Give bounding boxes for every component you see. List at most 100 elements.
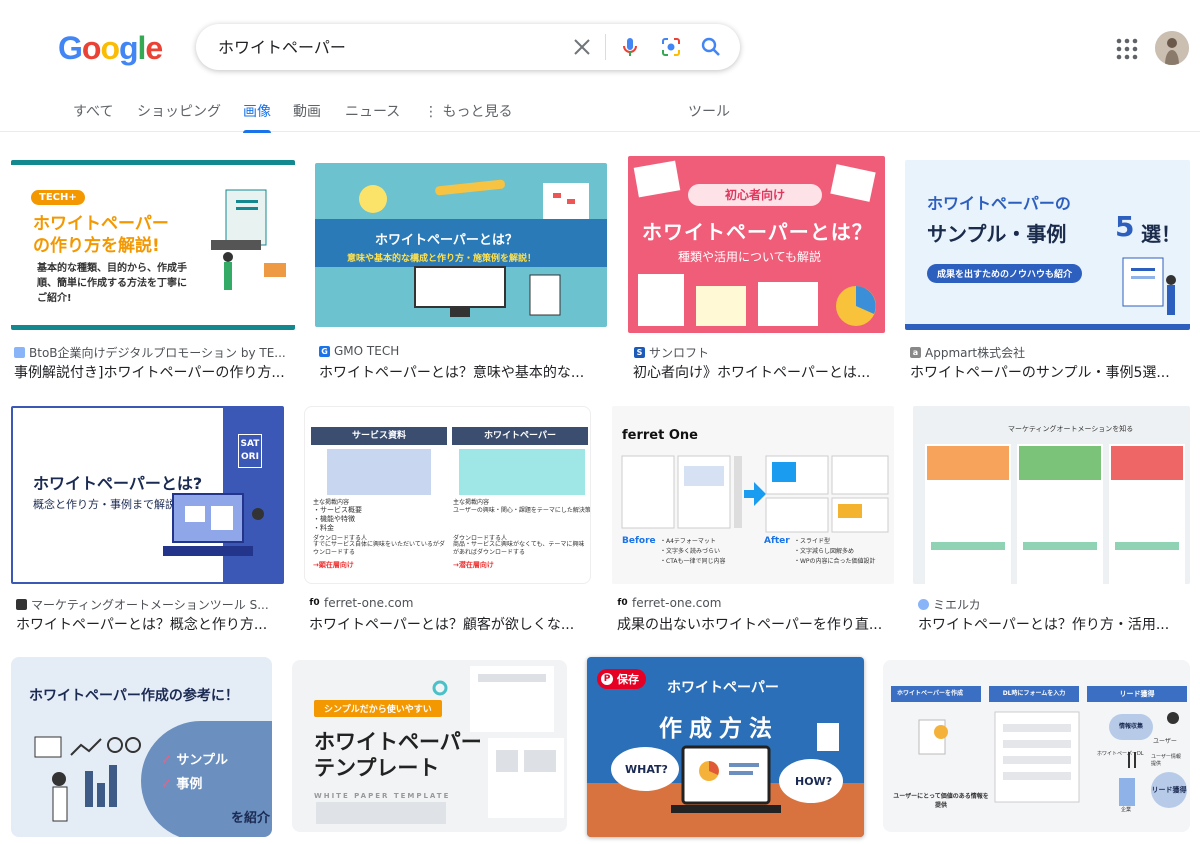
search-input[interactable] xyxy=(218,36,558,55)
gmo-icon: G xyxy=(319,345,330,357)
source-label: マーケティングオートメーションツール S... xyxy=(31,598,269,612)
pinterest-save-button[interactable]: P 保存 xyxy=(597,669,646,689)
source-label: ferret-one.com xyxy=(632,596,722,610)
item-label: 事例 xyxy=(176,777,203,792)
source-label: GMO TECH xyxy=(334,344,400,358)
thumb-badge: TECH+ xyxy=(31,190,85,205)
illustration-icon xyxy=(359,179,589,317)
result-source[interactable]: ミエルカ xyxy=(918,596,1188,613)
thumb-text: ・A4テフォーマット xyxy=(660,538,716,545)
tab-all[interactable]: すべて xyxy=(73,101,113,121)
result-source[interactable]: BtoB企業向けデジタルプロモーション by TE... xyxy=(14,344,294,361)
result-source[interactable]: f0 ferret-one.com xyxy=(309,596,589,610)
result-title[interactable]: ホワイトペーパーのサンプル・事例5選... xyxy=(910,362,1180,382)
result-thumbnail[interactable]: マーケティングオートメーションを知る xyxy=(913,406,1190,584)
result-source[interactable]: a Appmart株式会社 xyxy=(910,344,1185,361)
search-box xyxy=(196,24,740,70)
result-thumbnail[interactable]: シンプルだから使いやすい ホワイトペーパー テンプレート WHITE PAPER… xyxy=(292,660,567,832)
thumb-text: ユーザー xyxy=(1153,738,1177,745)
result-title[interactable]: 成果の出ないホワイトペーパーを作り直... xyxy=(617,614,892,634)
f0-icon: f0 xyxy=(617,597,628,609)
result-thumbnail[interactable]: ferret One Before ・A4テフォーマット ・文字多く読みづらい … xyxy=(612,406,894,584)
thumb-label: After xyxy=(764,536,790,546)
source-label: Appmart株式会社 xyxy=(925,346,1026,360)
source-label: サンロフト xyxy=(649,346,710,360)
appmart-icon: a xyxy=(910,347,921,358)
source-label: ferret-one.com xyxy=(324,596,414,610)
illustration-icon xyxy=(1122,257,1176,315)
result-source[interactable]: S サンロフト xyxy=(634,344,884,361)
logo-letter: g xyxy=(118,30,139,66)
thumb-text: 基本的な種類、目的から、作成手 xyxy=(37,263,187,274)
result-source[interactable]: G GMO TECH xyxy=(319,344,604,358)
thumb-text: 企業 xyxy=(1121,807,1132,813)
illustration-icon xyxy=(211,189,286,290)
thumb-text: 種類や活用についても解説 xyxy=(678,250,822,264)
result-title[interactable]: ホワイトペーパーとは？作り方・活用... xyxy=(918,614,1183,634)
result-title[interactable]: 初心者向け》ホワイトペーパーとは... xyxy=(633,362,883,382)
result-thumbnail[interactable]: 初心者向け ホワイトペーパーとは？ 種類や活用についても解説 xyxy=(628,156,885,333)
result-thumbnail[interactable]: ホワイトペーパーとは？ 意味や基本的な構成と作り方・施策例を解説！ xyxy=(315,163,607,327)
save-label: 保存 xyxy=(617,673,639,686)
result-title[interactable]: ホワイトペーパーとは？顧客が欲しくな... xyxy=(309,614,584,634)
thumb-bubble-text: HOW? xyxy=(795,775,833,788)
thumb-text: →顕在層向け xyxy=(313,561,354,569)
result-thumbnail[interactable]: TECH+ ホワイトペーパー の作り方を解説! 基本的な種類、目的から、作成手 … xyxy=(11,160,295,330)
tab-videos[interactable]: 動画 xyxy=(293,101,321,121)
thumb-text: ユーザー情報提供 xyxy=(1151,754,1181,767)
check-icon: ✓ xyxy=(161,777,177,792)
thumb-badge: シンプルだから使いやすい xyxy=(314,700,442,717)
thumb-heading: ホワイトペーパーの xyxy=(927,194,1071,213)
source-label: BtoB企業向けデジタルプロモーション by TE... xyxy=(29,346,286,360)
result-thumbnail[interactable]: ホワイトペーパー作成の参考に！ ✓ サンプル ✓ 事例 を紹介 xyxy=(11,657,272,837)
thumb-text: ・文字減らし図解多め xyxy=(794,548,855,555)
thumb-badge: 成果を出すためのノウハウも紹介 xyxy=(927,264,1083,283)
thumb-number: 5 xyxy=(1115,210,1135,243)
s-icon: S xyxy=(634,347,645,358)
avatar[interactable] xyxy=(1155,31,1189,65)
tab-images[interactable]: 画像 xyxy=(243,101,271,133)
result-thumbnail[interactable]: SATORI ホワイトペーパーとは? 概念と作り方・事例まで解説 xyxy=(11,406,284,584)
thumb-text: ・スライド型 xyxy=(794,538,831,545)
apps-grid-icon[interactable] xyxy=(1116,38,1138,60)
thumb-text: 順、簡単に作成する方法を丁寧に xyxy=(37,278,187,289)
tab-news[interactable]: ニュース xyxy=(345,101,400,121)
logo-letter: e xyxy=(145,30,163,66)
result-thumbnail[interactable]: ホワイトペーパーの サンプル・事例 5 選！ 成果を出すためのノウハウも紹介 xyxy=(905,160,1190,330)
result-thumbnail[interactable]: サービス資料 ホワイトペーパー 主な掲載内容 ・サービス概要 ・機能や特徴 ・料… xyxy=(304,406,591,584)
thumb-text: すでにサービス自体に興味をいただいているがダウンロードする xyxy=(313,541,445,556)
result-title[interactable]: 事例解説付き]ホワイトペーパーの作り方... xyxy=(14,362,294,382)
check-icon: ✓ xyxy=(161,753,177,768)
thumb-text: ご紹介! xyxy=(37,293,72,304)
thumb-column-head: サービス資料 xyxy=(311,427,447,445)
thumb-item: ✓ サンプル xyxy=(161,749,228,768)
satori-icon xyxy=(16,599,27,610)
result-thumbnail[interactable]: ホワイトペーパーを作成 DL時にフォームを入力 リード獲得 情報収集 ユーザー … xyxy=(883,660,1190,832)
pinterest-icon: P xyxy=(601,673,613,685)
thumb-node: リード獲得 xyxy=(1151,772,1187,808)
result-thumbnail[interactable]: ホワイトペーパー 作成方法 WHAT? HOW? P 保存 xyxy=(587,657,864,837)
microphone-icon[interactable] xyxy=(618,35,642,59)
result-source[interactable]: マーケティングオートメーションツール S... xyxy=(16,596,281,613)
thumb-column-head: ホワイトペーパー xyxy=(452,427,588,445)
thumb-image xyxy=(327,449,431,495)
illustration-icon xyxy=(163,493,264,556)
result-title[interactable]: ホワイトペーパーとは？概念と作り方... xyxy=(16,614,281,634)
result-title[interactable]: ホワイトペーパーとは？意味や基本的な... xyxy=(319,362,589,382)
thumb-text: ・CTAも一律で同じ内容 xyxy=(660,558,726,565)
search-icon[interactable] xyxy=(699,35,723,59)
tab-tools[interactable]: ツール xyxy=(688,101,730,121)
logo-letter: G xyxy=(58,30,83,66)
tab-more[interactable]: ⋮ もっと見る xyxy=(424,101,512,121)
mieruka-icon xyxy=(918,599,929,610)
result-source[interactable]: f0 ferret-one.com xyxy=(617,596,892,610)
thumb-heading: 選！ xyxy=(1141,222,1181,246)
google-logo[interactable]: Google xyxy=(58,30,163,67)
google-lens-icon[interactable] xyxy=(659,35,683,59)
thumb-heading: ホワイトペーパー作成の参考に！ xyxy=(29,688,239,704)
source-label: ミエルカ xyxy=(933,598,981,612)
tab-shopping[interactable]: ショッピング xyxy=(137,101,221,121)
f0-icon: f0 xyxy=(309,597,320,609)
thumb-text: ・料金 xyxy=(313,524,334,532)
clear-icon[interactable] xyxy=(570,35,594,59)
